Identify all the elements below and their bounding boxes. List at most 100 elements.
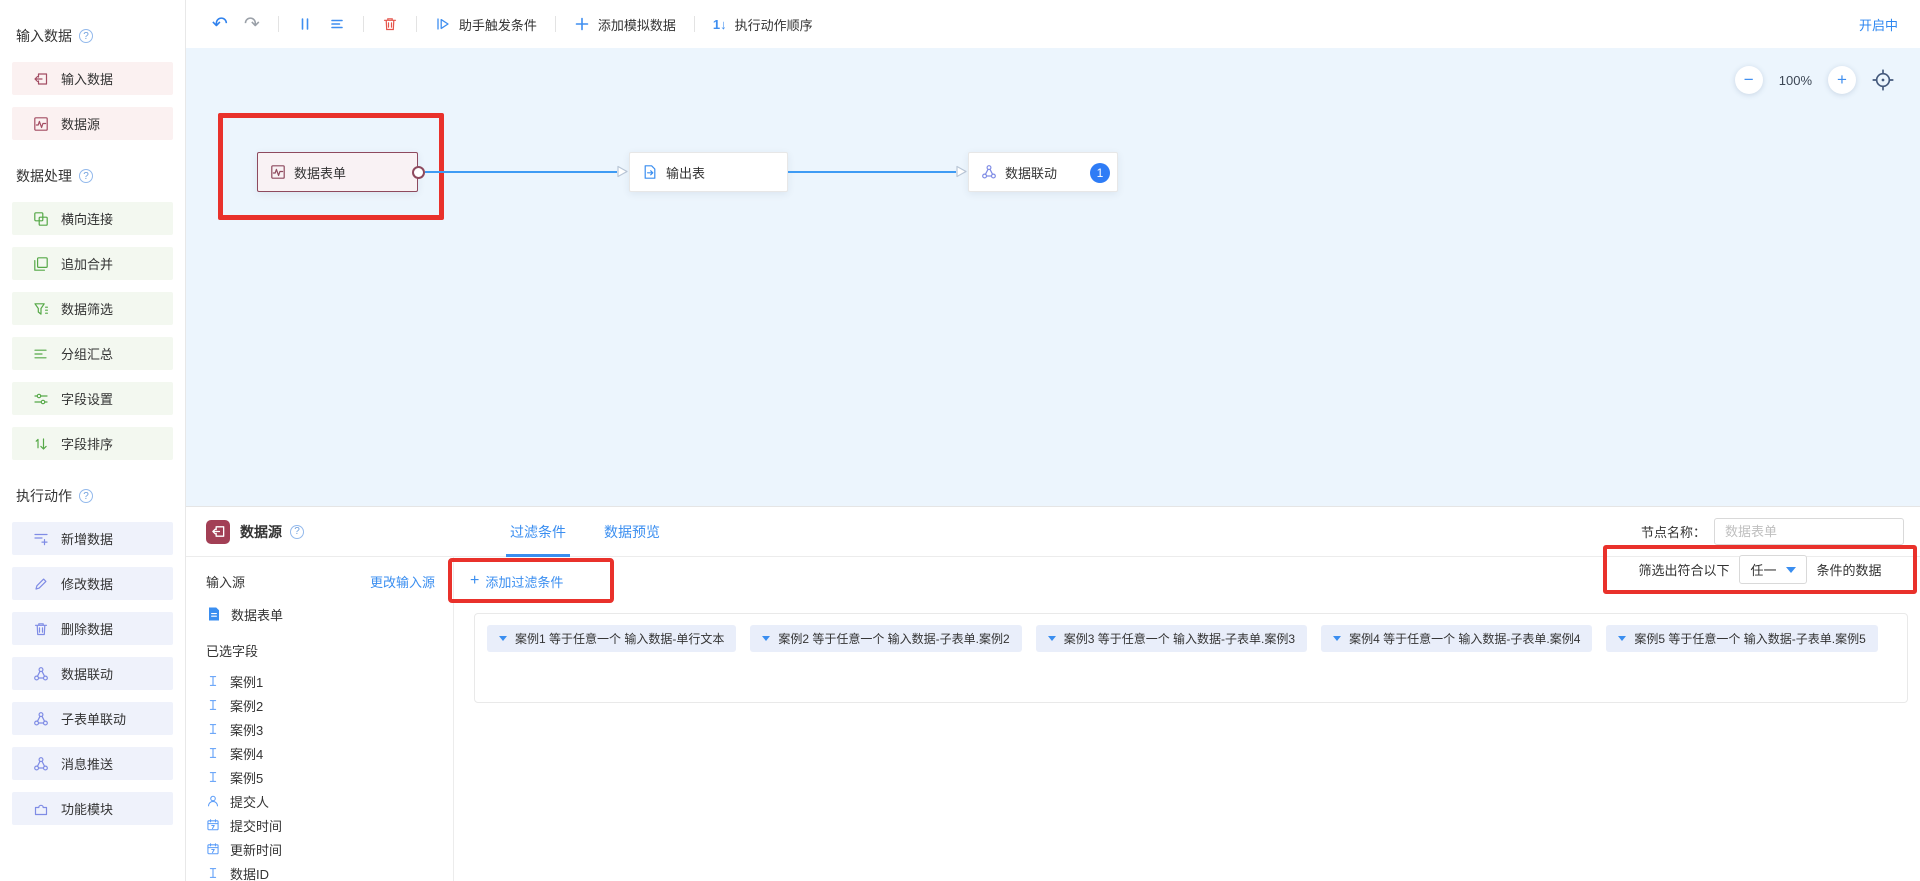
sidebar-section-label: 输入数据 xyxy=(16,26,72,46)
status-toggle[interactable]: 开启中 xyxy=(1859,15,1898,34)
chevron-down-icon xyxy=(1786,567,1796,573)
add-mock-data-label: 添加模拟数据 xyxy=(598,15,676,34)
assistant-trigger-button[interactable]: 助手触发条件 xyxy=(435,15,537,34)
field-item[interactable]: 案例5 xyxy=(206,765,435,789)
add-filter-condition-button[interactable]: + 添加过滤条件 xyxy=(470,570,563,592)
sidebar-section-label: 执行动作 xyxy=(16,486,72,506)
config-panel: 数据源 ? 过滤条件 数据预览 节点名称： 输入源 更改输入源 xyxy=(186,506,1920,881)
filter-condition-text: 案例5 等于任意一个 输入数据-子表单.案例5 xyxy=(1634,630,1865,647)
sidebar-section-label: 数据处理 xyxy=(16,166,72,186)
help-icon[interactable]: ? xyxy=(79,169,93,183)
field-item[interactable]: 数据ID xyxy=(206,861,435,881)
filter-condition-chip[interactable]: 案例1 等于任意一个 输入数据-单行文本 xyxy=(487,625,736,652)
text-field-icon xyxy=(206,674,220,688)
undo-icon[interactable]: ↶ xyxy=(212,13,228,36)
sidebar-section: 数据处理? 横向连接追加合并数据筛选分组汇总字段设置字段排序 xyxy=(0,166,185,460)
flow-canvas[interactable]: 数据表单 输出表 数据联动 1 − 100% + xyxy=(186,48,1920,506)
change-input-source-link[interactable]: 更改输入源 xyxy=(370,572,435,591)
sidebar-item[interactable]: 删除数据 xyxy=(12,612,173,645)
tab-data-preview[interactable]: 数据预览 xyxy=(604,507,660,557)
trash-icon[interactable] xyxy=(382,16,398,32)
sidebar-item-label: 分组汇总 xyxy=(61,344,113,363)
sidebar-item[interactable]: 数据源 xyxy=(12,107,173,140)
node-data-linkage[interactable]: 数据联动 1 xyxy=(968,152,1118,192)
sidebar-item-label: 追加合并 xyxy=(61,254,113,273)
filter-condition-chip[interactable]: 案例3 等于任意一个 输入数据-子表单.案例3 xyxy=(1036,625,1307,652)
zoom-out-button[interactable]: − xyxy=(1735,66,1763,94)
help-icon[interactable]: ? xyxy=(79,29,93,43)
toolbar-divider xyxy=(555,16,556,32)
node-name-label: 节点名称： xyxy=(1641,522,1706,541)
sidebar-item[interactable]: 数据联动 xyxy=(12,657,173,690)
align-vertical-icon[interactable] xyxy=(297,16,313,32)
sidebar-item-label: 数据筛选 xyxy=(61,299,113,318)
panel-body: 输入源 更改输入源 数据表单 已选字段 案例1案例2案例3案例4案例5提交人提交… xyxy=(186,557,1920,881)
zoom-level: 100% xyxy=(1779,73,1812,88)
import-icon xyxy=(211,524,226,539)
sidebar-item[interactable]: 字段设置 xyxy=(12,382,173,415)
text-field-icon xyxy=(206,770,220,784)
node-label: 数据表单 xyxy=(294,163,346,182)
sidebar-item[interactable]: 横向连接 xyxy=(12,202,173,235)
sidebar-item[interactable]: 分组汇总 xyxy=(12,337,173,370)
field-item[interactable]: 更新时间 xyxy=(206,837,435,861)
node-output-table[interactable]: 输出表 xyxy=(629,152,788,192)
group-icon xyxy=(33,346,49,362)
filter-condition-chip[interactable]: 案例2 等于任意一个 输入数据-子表单.案例2 xyxy=(750,625,1021,652)
sidebar-item[interactable]: 追加合并 xyxy=(12,247,173,280)
sidebar-item[interactable]: 数据筛选 xyxy=(12,292,173,325)
filter-condition-chip[interactable]: 案例5 等于任意一个 输入数据-子表单.案例5 xyxy=(1606,625,1877,652)
sidebar-item[interactable]: 功能模块 xyxy=(12,792,173,825)
field-item[interactable]: 案例3 xyxy=(206,717,435,741)
share-icon xyxy=(33,756,49,772)
edge-connector xyxy=(788,171,956,173)
chevron-down-icon xyxy=(1048,636,1056,641)
sidebar-item[interactable]: 字段排序 xyxy=(12,427,173,460)
chevron-down-icon xyxy=(1618,636,1626,641)
field-item[interactable]: 案例2 xyxy=(206,693,435,717)
panel-header: 数据源 ? 过滤条件 数据预览 节点名称： xyxy=(186,507,1920,557)
text-field-icon xyxy=(206,698,220,712)
help-icon[interactable]: ? xyxy=(290,525,304,539)
field-item[interactable]: 案例1 xyxy=(206,669,435,693)
action-order-button[interactable]: 1↓ 执行动作顺序 xyxy=(713,15,813,34)
field-name: 案例3 xyxy=(230,720,263,739)
tab-filter-conditions[interactable]: 过滤条件 xyxy=(510,507,566,557)
help-icon[interactable]: ? xyxy=(79,489,93,503)
field-item[interactable]: 提交时间 xyxy=(206,813,435,837)
node-data-form[interactable]: 数据表单 xyxy=(257,152,418,192)
filter-condition-text: 案例4 等于任意一个 输入数据-子表单.案例4 xyxy=(1349,630,1580,647)
text-field-icon xyxy=(206,866,220,880)
redo-icon[interactable]: ↷ xyxy=(244,13,260,36)
sidebar-item[interactable]: 新增数据 xyxy=(12,522,173,555)
fit-view-icon[interactable] xyxy=(1872,69,1894,91)
panel-title: 数据源 xyxy=(240,522,282,542)
edge-arrowhead-icon xyxy=(616,165,629,178)
add-mock-data-button[interactable]: 添加模拟数据 xyxy=(574,15,676,34)
sidebar-item[interactable]: 输入数据 xyxy=(12,62,173,95)
edit-icon xyxy=(33,576,49,592)
field-name: 案例2 xyxy=(230,696,263,715)
source-form-item[interactable]: 数据表单 xyxy=(206,603,435,625)
text-field-icon xyxy=(206,722,220,736)
field-name: 数据ID xyxy=(230,864,269,881)
filter-condition-chip[interactable]: 案例4 等于任意一个 输入数据-子表单.案例4 xyxy=(1321,625,1592,652)
sidebar-item-label: 字段设置 xyxy=(61,389,113,408)
panel-tabs: 过滤条件 数据预览 xyxy=(510,507,660,557)
share-icon xyxy=(33,711,49,727)
toolbar-divider xyxy=(694,16,695,32)
sidebar-section: 输入数据? 输入数据数据源 xyxy=(0,26,185,140)
align-horizontal-icon[interactable] xyxy=(329,16,345,32)
zoom-in-button[interactable]: + xyxy=(1828,66,1856,94)
sidebar-item[interactable]: 修改数据 xyxy=(12,567,173,600)
sidebar-item-label: 删除数据 xyxy=(61,619,113,638)
match-mode-select[interactable]: 任一 xyxy=(1739,555,1806,584)
trash-icon xyxy=(33,621,49,637)
main-area: ↶ ↷ 助手触发条件 添加模拟数据 1↓ 执行动作 xyxy=(186,0,1920,881)
field-item[interactable]: 案例4 xyxy=(206,741,435,765)
node-output-port[interactable] xyxy=(412,166,425,179)
sidebar-item[interactable]: 子表单联动 xyxy=(12,702,173,735)
node-name-input[interactable] xyxy=(1714,518,1904,545)
sidebar-item[interactable]: 消息推送 xyxy=(12,747,173,780)
field-item[interactable]: 提交人 xyxy=(206,789,435,813)
